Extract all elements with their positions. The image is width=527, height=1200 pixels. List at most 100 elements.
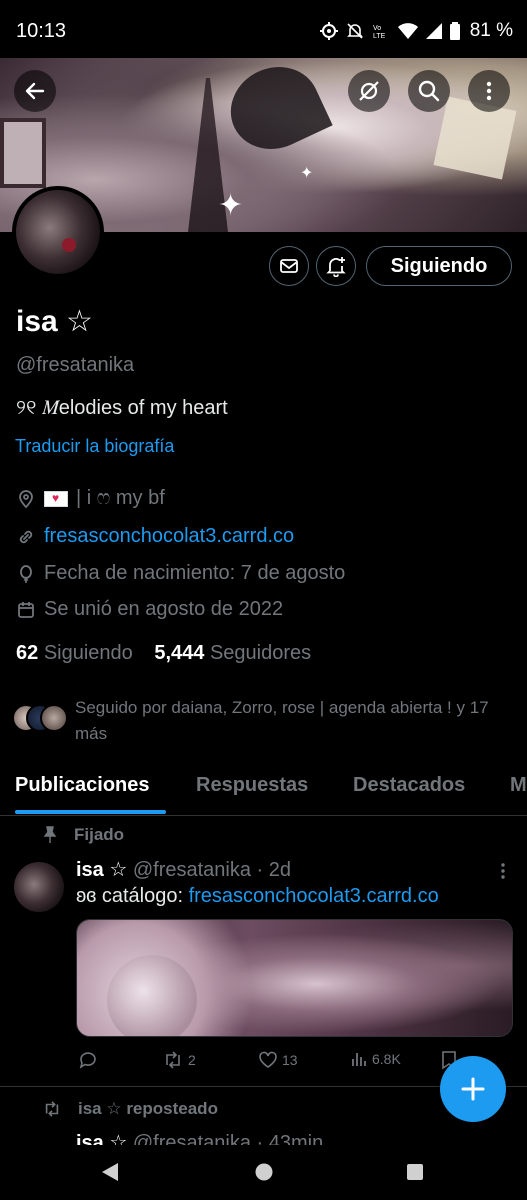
post-author-avatar[interactable]: [14, 862, 64, 912]
more-vertical-icon: [486, 81, 492, 101]
square-recents-icon: [407, 1164, 423, 1180]
nav-recents-button[interactable]: [405, 1161, 425, 1188]
notifications-button[interactable]: [316, 246, 356, 286]
views-button[interactable]: 6.8K: [350, 1050, 401, 1068]
tab-more[interactable]: M: [510, 774, 527, 797]
location-pin-icon: [19, 489, 33, 508]
pinned-indicator: Fijado: [42, 825, 124, 845]
search-button[interactable]: [408, 70, 450, 112]
following-count: 62: [16, 642, 39, 664]
post-author-name[interactable]: isa ☆: [76, 859, 127, 881]
follower-avatar: [40, 704, 68, 732]
more-vertical-icon: [501, 863, 505, 879]
nav-back-button[interactable]: [100, 1161, 120, 1188]
views-count: 6.8K: [372, 1051, 401, 1067]
profile-bio: ୨୧ 𝑀elodies of my heart: [16, 397, 228, 419]
following-count-link[interactable]: 62 Siguiendo: [16, 642, 133, 664]
more-options-button[interactable]: [468, 70, 510, 112]
battery-percent: 81 %: [469, 20, 513, 41]
system-nav-bar: [0, 1145, 527, 1200]
plus-icon: [461, 1077, 485, 1101]
message-button[interactable]: [269, 246, 309, 286]
location-row: | i ෆ my bf: [16, 487, 165, 510]
joined-row: Se unió en agosto de 2022: [16, 598, 283, 621]
followed-by-avatars[interactable]: [12, 704, 72, 734]
post-text-prefix: ʚɞ catálogo:: [76, 885, 189, 907]
back-button[interactable]: [14, 70, 56, 112]
search-icon: [418, 80, 440, 102]
profile-handle: @fresatanika: [16, 354, 135, 376]
translate-bio-link[interactable]: Traducir la biografía: [15, 436, 174, 457]
profile-name: isa ☆: [16, 305, 93, 338]
svg-text:LTE: LTE: [373, 33, 386, 40]
repost-count: 2: [188, 1052, 196, 1068]
followed-by-text[interactable]: Seguido por daiana, Zorro, rose | agenda…: [75, 695, 515, 747]
website-row: fresasconchocolat3.carrd.co: [16, 525, 294, 548]
bell-off-icon: [346, 23, 363, 39]
arrow-left-icon: [25, 82, 45, 100]
repost-button[interactable]: 2: [162, 1050, 196, 1070]
mail-icon: [280, 259, 298, 273]
followers-count-link[interactable]: 5,444 Seguidores: [154, 642, 311, 664]
followers-label: Seguidores: [209, 642, 312, 664]
tab-publicaciones[interactable]: Publicaciones: [15, 774, 150, 797]
banner-photo-frame: [0, 118, 46, 188]
profile-tabs: Publicaciones Respuestas Destacados M: [0, 770, 527, 816]
post-more-button[interactable]: [494, 860, 512, 887]
bell-plus-icon: [326, 257, 346, 277]
tab-respuestas[interactable]: Respuestas: [196, 774, 308, 797]
nav-home-button[interactable]: [254, 1161, 274, 1188]
joined-text: Se unió en agosto de 2022: [44, 598, 284, 620]
status-time: 10:13: [16, 20, 67, 42]
battery-icon: [449, 22, 460, 40]
banner-butterfly: [217, 58, 333, 164]
bar-chart-icon: [352, 1053, 366, 1066]
location-text: | i ෆ my bf: [76, 487, 165, 509]
reply-icon: [79, 1052, 96, 1069]
grok-icon: [359, 81, 379, 101]
website-link[interactable]: fresasconchocolat3.carrd.co: [44, 525, 294, 548]
following-label: Siguiendo: [43, 642, 133, 664]
circle-home-icon: [255, 1163, 273, 1181]
following-button[interactable]: Siguiendo: [366, 246, 512, 286]
repost-icon: [166, 1051, 180, 1069]
birthday-text: Fecha de nacimiento: 7 de agosto: [44, 562, 346, 584]
tab-destacados[interactable]: Destacados: [353, 774, 465, 797]
banner-star: ✦: [218, 189, 244, 222]
grok-button[interactable]: [348, 70, 390, 112]
banner-letter: [433, 96, 517, 180]
triangle-back-icon: [102, 1163, 118, 1181]
profile-avatar[interactable]: [12, 186, 104, 278]
post-header: isa ☆ @fresatanika · 2d: [76, 857, 291, 882]
followers-count: 5,444: [154, 642, 205, 664]
pin-icon: [43, 826, 57, 843]
compose-button[interactable]: [440, 1056, 506, 1122]
location-target-icon: [319, 22, 338, 40]
repost-icon: [45, 1101, 59, 1117]
banner-star-small: ✦: [300, 165, 314, 182]
repost-indicator: isa ☆ reposteado: [42, 1099, 218, 1119]
balloon-icon: [20, 564, 32, 583]
status-icons: Vo LTE 81 %: [319, 20, 513, 42]
birthday-row: Fecha de nacimiento: 7 de agosto: [16, 562, 345, 585]
status-bar: 10:13 Vo LTE 81 %: [0, 0, 527, 58]
post-text: ʚɞ catálogo: fresasconchocolat3.carrd.co: [76, 885, 439, 908]
like-button[interactable]: 13: [258, 1050, 298, 1070]
post-media-image[interactable]: [76, 919, 513, 1037]
calendar-icon: [18, 601, 34, 618]
signal-icon: [425, 23, 442, 39]
love-letter-emoji: [44, 490, 68, 507]
post-handle-time: @fresatanika · 2d: [132, 859, 292, 881]
reply-button[interactable]: [78, 1050, 98, 1070]
media-moon: [107, 955, 197, 1036]
like-count: 13: [282, 1052, 298, 1068]
post-text-link[interactable]: fresasconchocolat3.carrd.co: [189, 885, 439, 907]
svg-text:Vo: Vo: [373, 25, 381, 32]
repost-label: isa ☆ reposteado: [78, 1099, 218, 1118]
active-tab-indicator: [15, 810, 166, 814]
heart-icon: [259, 1051, 277, 1068]
pinned-label: Fijado: [74, 825, 125, 844]
follow-counts: 62 Siguiendo 5,444 Seguidores: [16, 642, 311, 665]
link-icon: [19, 530, 33, 543]
wifi-icon: [397, 23, 418, 39]
